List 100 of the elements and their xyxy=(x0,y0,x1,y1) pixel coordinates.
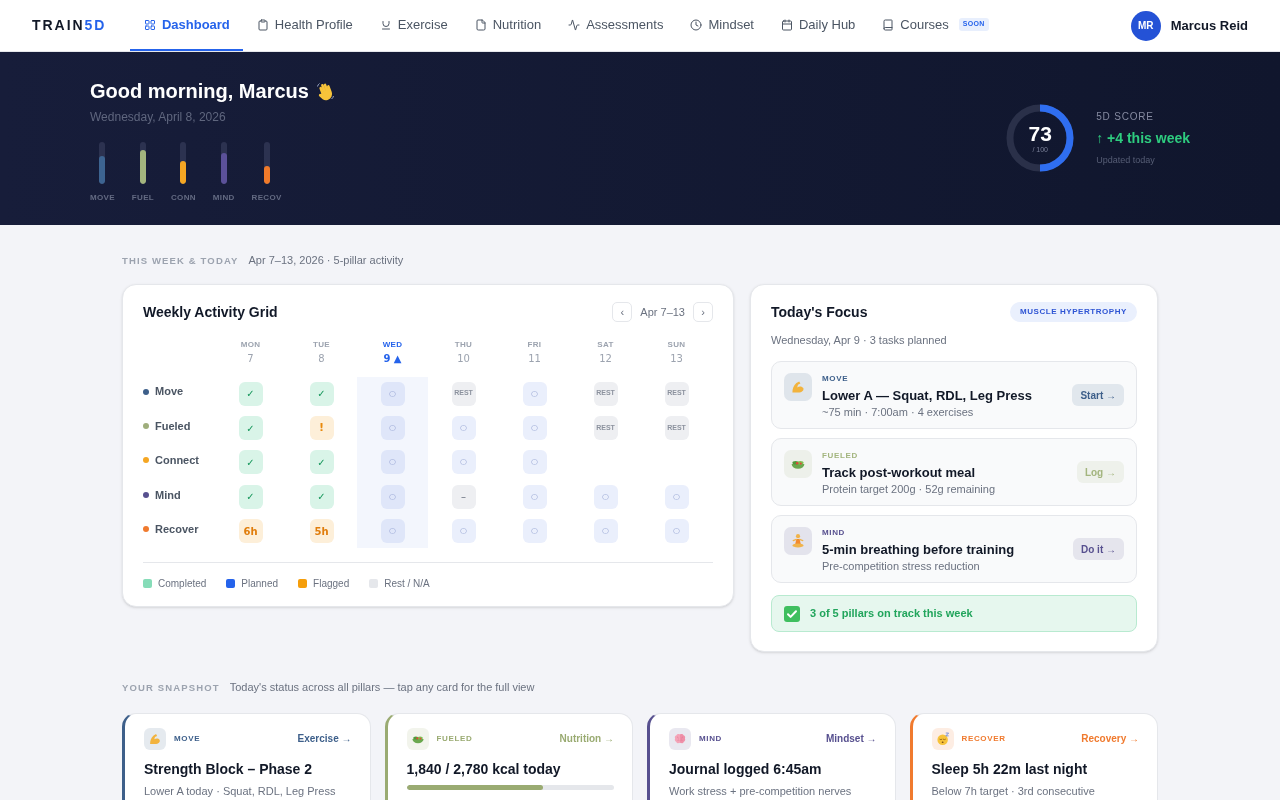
snapshot-card[interactable]: FUELED Nutrition → 1,840 / 2,780 kcal today xyxy=(384,712,633,800)
task-pillar: MOVE xyxy=(822,374,850,384)
planned-chip: ○ xyxy=(380,450,405,475)
section-heading: YOUR SNAPSHOT xyxy=(122,681,220,695)
section-heading: THIS WEEK & TODAY xyxy=(122,254,239,268)
pillar-link[interactable]: Exercise → xyxy=(297,731,352,746)
legend-label: Completed xyxy=(158,577,207,592)
day-name: SUN xyxy=(667,338,686,350)
week-range: Apr 7–13 xyxy=(640,304,685,320)
nav-tab[interactable]: Nutrition xyxy=(461,0,555,51)
goal-badge: MUSCLE HYPERTROPHY xyxy=(1010,302,1137,322)
date-text: Wednesday, April 8, 2026 xyxy=(90,109,227,126)
day-date: 7 xyxy=(247,351,254,365)
completed-chip: ✓ xyxy=(309,484,334,509)
snapshot-detail: Lower A today · Squat, RDL, Leg Press xyxy=(144,783,337,798)
task-detail: ~75 min · 7:00am · 4 exercises xyxy=(822,405,975,419)
pillar-label: FUEL xyxy=(131,192,154,204)
day-name: WED xyxy=(382,338,403,350)
nav-tab[interactable]: Daily Hub xyxy=(767,0,869,51)
day-name: THU xyxy=(454,338,473,350)
day-date: 10 xyxy=(457,351,470,365)
planned-chip: ○ xyxy=(593,484,618,509)
planned-chip: ○ xyxy=(664,484,689,509)
day-name: MON xyxy=(240,338,261,350)
pulse-icon xyxy=(568,18,581,31)
planned-chip: ○ xyxy=(522,381,547,406)
calendar-icon xyxy=(781,18,793,31)
meditating-person-icon xyxy=(790,533,806,549)
pillar-label: CONN xyxy=(171,192,196,204)
task-detail: Protein target 200g · 52g remaining xyxy=(822,482,996,496)
completed-chip: ✓ xyxy=(309,381,334,406)
planned-chip: ○ xyxy=(664,519,689,544)
user-name[interactable]: Marcus Reid xyxy=(1170,15,1248,36)
planned-chip: ○ xyxy=(380,484,405,509)
updated-text: Updated today xyxy=(1096,153,1156,167)
card-title: Weekly Activity Grid xyxy=(143,302,278,322)
card-title: Today's Focus xyxy=(771,302,868,322)
avatar[interactable]: MR xyxy=(1130,10,1161,41)
task-pillar: MIND xyxy=(822,528,846,538)
nav-tab[interactable]: Assessments xyxy=(554,0,677,51)
nav-tab[interactable]: Mindset xyxy=(676,0,768,51)
planned-chip: ○ xyxy=(522,416,547,441)
hours-chip: 5h xyxy=(309,519,334,544)
skipped-chip: – xyxy=(451,484,476,509)
hours-chip: 6h xyxy=(238,519,263,544)
section-subheading: Apr 7–13, 2026 · 5-pillar activity xyxy=(248,253,404,268)
nav-tab[interactable]: Health Profile xyxy=(243,0,367,51)
day-name: TUE xyxy=(313,338,330,350)
snapshot-title: Strength Block – Phase 2 xyxy=(144,759,314,779)
snapshot-card[interactable]: MOVE Exercise → Strength Block – Phase 2 Lower A today · Squat, RDL, Leg Press xyxy=(122,712,371,800)
day-date: 11 xyxy=(528,351,541,365)
legend-label: Planned xyxy=(241,577,279,592)
document-icon xyxy=(474,18,487,31)
pillar-name: FUELED xyxy=(436,732,473,745)
task-title: Track post-workout meal xyxy=(822,464,977,481)
check-box-icon xyxy=(784,605,800,622)
planned-chip: ○ xyxy=(380,416,405,441)
snapshot-card[interactable]: MIND Mindset → Journal logged 6:45am Work stress + pre-competition nerves xyxy=(647,712,896,800)
snapshot-title: Sleep 5h 22m last night xyxy=(931,759,1089,779)
clock-icon xyxy=(690,18,703,31)
flexed-arm-icon xyxy=(790,379,806,395)
nav-tab[interactable]: Exercise xyxy=(366,0,462,51)
pillar-name: MIND xyxy=(699,732,722,745)
pillar-label: MOVE xyxy=(90,192,115,204)
planned-chip: ○ xyxy=(522,519,547,544)
task-detail: Pre-competition stress reduction xyxy=(822,559,981,573)
grid-icon xyxy=(143,18,156,31)
task-title: 5-min breathing before training xyxy=(822,541,1015,558)
row-label: Mind xyxy=(155,487,181,503)
task-action-button[interactable]: Start → xyxy=(1072,384,1124,406)
planned-chip: ○ xyxy=(451,416,476,441)
task-pillar: FUELED xyxy=(822,451,859,461)
day-date: 13 xyxy=(670,351,683,365)
row-label: Move xyxy=(155,384,184,400)
next-week-button[interactable]: › xyxy=(693,302,713,322)
score-title: 5D SCORE xyxy=(1096,109,1155,124)
snapshot-card[interactable]: RECOVER Recovery → Sleep 5h 22m last night Below 7h target · 3rd consecutive xyxy=(909,712,1158,800)
pillar-label: MIND xyxy=(212,192,235,204)
snapshot-detail: Work stress + pre-competition nerves xyxy=(669,783,853,798)
pillar-label: RECOV xyxy=(251,192,282,204)
day-name: SAT xyxy=(597,338,614,350)
planned-chip: ○ xyxy=(522,484,547,509)
planned-chip: ○ xyxy=(451,450,476,475)
clipboard-icon xyxy=(256,18,269,31)
score-value: 73 xyxy=(1028,122,1052,145)
previous-week-button[interactable]: ‹ xyxy=(612,302,633,322)
completed-chip: ✓ xyxy=(238,416,263,441)
score-change: ↑ +4 this week xyxy=(1096,128,1190,148)
planned-chip: ○ xyxy=(380,519,405,544)
planned-chip: ○ xyxy=(380,381,405,406)
day-date: 9 ▲ xyxy=(383,351,402,365)
flagged-chip: ! xyxy=(309,416,334,441)
snapshot-title: 1,840 / 2,780 kcal today xyxy=(406,759,562,779)
day-name: FRI xyxy=(527,338,542,350)
focus-subtitle: Wednesday, Apr 9 · 3 tasks planned xyxy=(771,332,948,348)
logo: TRAIN 5D xyxy=(32,16,107,35)
summary-text: 3 of 5 pillars on track this week xyxy=(810,606,973,622)
pillar-link[interactable]: Mindset → xyxy=(825,731,877,746)
task-action-button[interactable]: Do it → xyxy=(1073,538,1124,560)
row-label: Recover xyxy=(155,522,199,537)
